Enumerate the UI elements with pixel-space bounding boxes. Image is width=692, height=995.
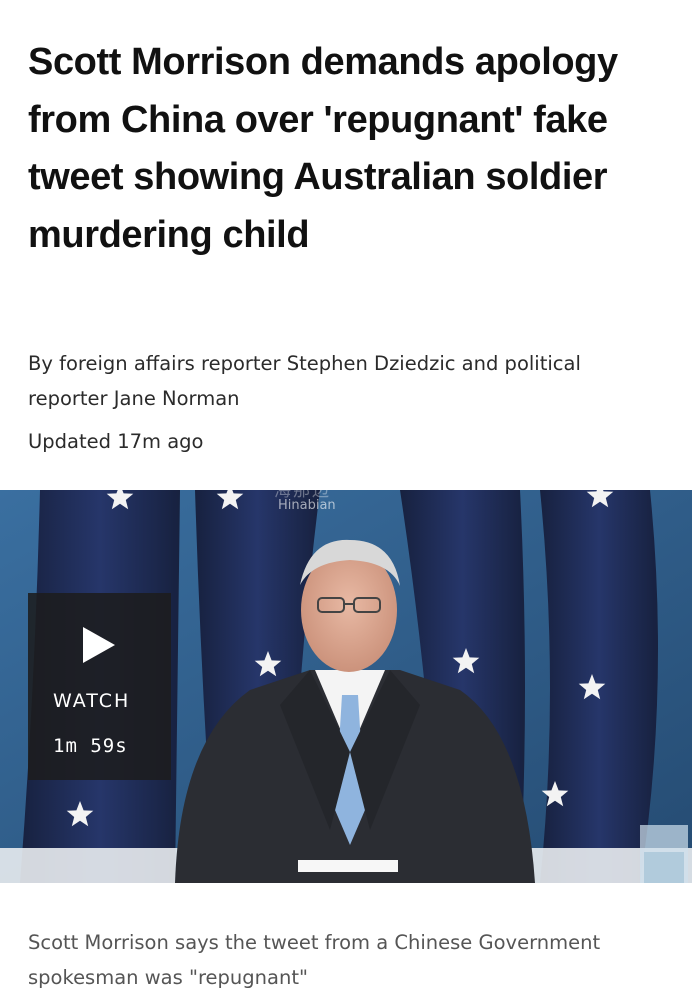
article-headline: Scott Morrison demands apology from Chin…	[28, 41, 618, 256]
updated-timestamp: Updated 17m ago	[28, 430, 204, 453]
article-byline[interactable]: By foreign affairs reporter Stephen Dzie…	[28, 346, 648, 416]
water-glass	[640, 825, 688, 883]
image-caption: Scott Morrison says the tweet from a Chi…	[28, 931, 601, 989]
watch-video-button[interactable]: WATCH 1m 59s	[28, 593, 171, 780]
watermark: 海那边 Hinabian	[270, 490, 430, 518]
watermark-text: Hinabian	[278, 498, 336, 513]
watch-label: WATCH	[53, 690, 131, 712]
watermark-logo-text: 海那边	[274, 490, 331, 501]
australian-flag-right-2	[540, 490, 658, 883]
play-icon	[83, 627, 115, 663]
video-player[interactable]: 海那边 Hinabian WATCH 1m 59s	[0, 490, 692, 883]
video-duration: 1m 59s	[53, 735, 128, 757]
